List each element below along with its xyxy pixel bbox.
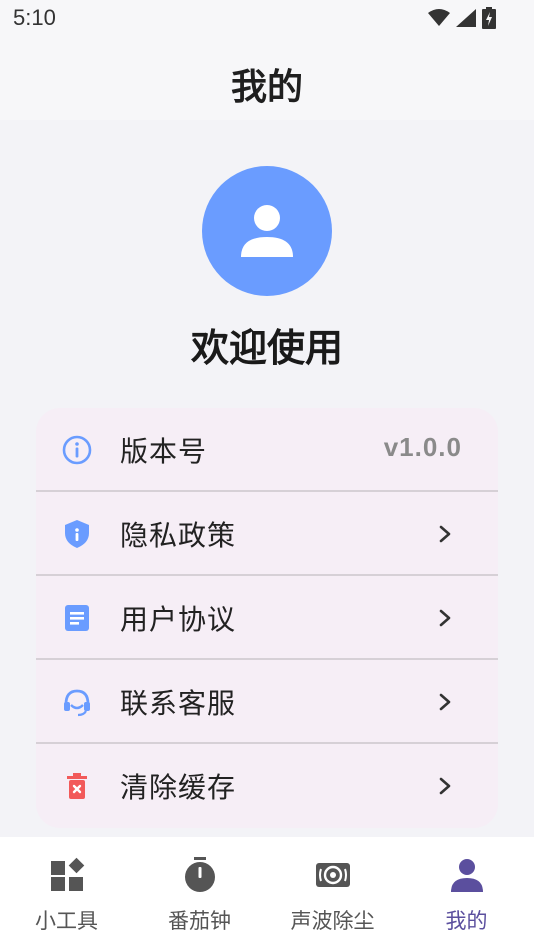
menu-item-privacy-policy[interactable]: 隐私政策 [36,492,498,576]
document-icon [65,605,89,631]
chevron-right-icon [439,777,451,795]
nav-item-pomodoro[interactable]: 番茄钟 [133,837,266,949]
person-icon [450,859,483,892]
nav-label: 我的 [445,909,488,933]
settings-card: 版本号 v1.0.0 隐私政策 用户协议 联系客服 清除缓存 [36,408,498,828]
nav-label: 小工具 [35,909,98,933]
avatar[interactable] [202,166,332,296]
status-bar: 5:10 [0,0,534,40]
menu-item-clear-cache[interactable]: 清除缓存 [36,744,498,828]
nav-label: 声波除尘 [290,909,375,933]
page-title: 我的 [230,67,303,108]
menu-item-label: 清除缓存 [120,771,237,804]
bottom-navigation: 小工具 番茄钟 声波除尘 我的 [0,837,534,949]
menu-item-label: 隐私政策 [120,519,237,552]
info-icon [62,435,92,465]
menu-item-label: 联系客服 [120,687,237,720]
version-value: v1.0.0 [383,432,462,462]
trash-icon [67,773,87,799]
profile-content: 欢迎使用 版本号 v1.0.0 隐私政策 用户协议 联系客服 清除缓存 [0,120,534,837]
top-app-bar: 我的 [0,40,534,120]
nav-label: 番茄钟 [168,909,231,933]
nav-item-sonic-dust[interactable]: 声波除尘 [266,837,399,949]
status-time: 5:10 [13,5,56,30]
chevron-right-icon [439,609,451,627]
menu-item-label: 版本号 [120,435,208,468]
person-avatar-icon [241,205,293,257]
nav-item-tools[interactable]: 小工具 [0,837,133,949]
nav-item-mine[interactable]: 我的 [400,837,533,949]
timer-icon [184,857,215,892]
battery-icon [482,7,496,29]
menu-item-contact-support[interactable]: 联系客服 [36,660,498,744]
chevron-right-icon [439,693,451,711]
menu-item-user-agreement[interactable]: 用户协议 [36,576,498,660]
wifi-icon [428,9,450,26]
cellular-signal-icon [456,9,476,27]
speaker-icon [315,863,350,887]
chevron-right-icon [439,525,451,543]
headset-icon [64,689,90,717]
menu-item-version: 版本号 v1.0.0 [36,408,498,492]
menu-item-label: 用户协议 [120,603,237,636]
welcome-text: 欢迎使用 [190,326,343,370]
widgets-icon [50,857,84,891]
shield-icon [65,520,89,548]
status-icons [428,7,496,29]
